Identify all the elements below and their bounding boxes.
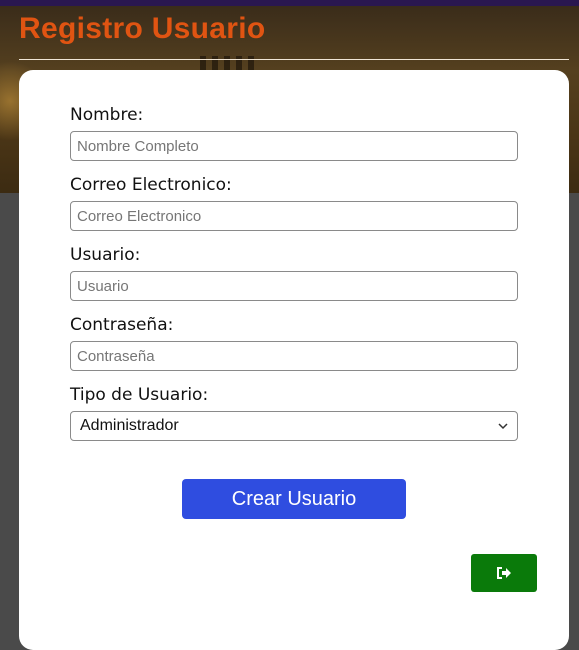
create-user-button[interactable]: Crear Usuario [182,479,406,519]
chevron-down-icon [498,423,508,430]
username-label: Usuario: [70,245,141,265]
user-type-selected: Administrador [80,417,179,434]
email-label: Correo Electronico: [70,175,232,195]
user-type-label: Tipo de Usuario: [70,385,209,405]
title-divider [19,59,569,60]
sign-out-icon [497,567,511,579]
email-input[interactable] [70,201,518,231]
name-input[interactable] [70,131,518,161]
user-type-select[interactable]: Administrador [70,411,518,441]
logout-button[interactable] [471,554,537,592]
page-title: Registro Usuario [19,12,266,45]
password-label: Contraseña: [70,315,174,335]
username-input[interactable] [70,271,518,301]
registration-card: Nombre: Correo Electronico: Usuario: Con… [19,70,569,650]
name-label: Nombre: [70,105,144,125]
password-input[interactable] [70,341,518,371]
